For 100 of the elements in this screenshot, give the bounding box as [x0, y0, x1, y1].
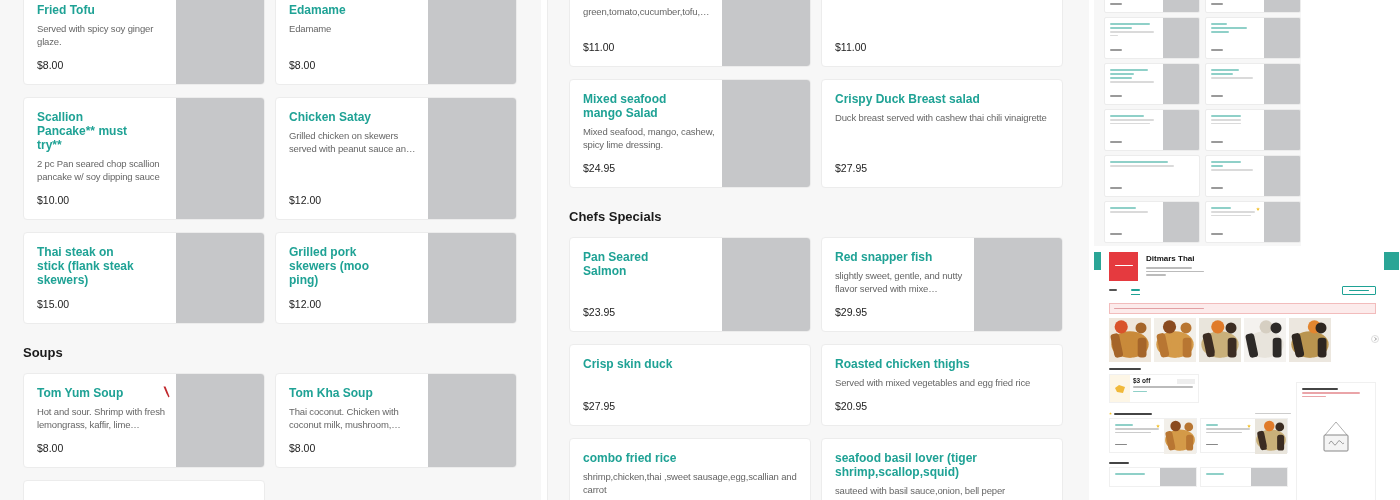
blurred-text-line [1110, 207, 1136, 209]
menu-item-card[interactable] [1109, 467, 1197, 487]
menu-item-card[interactable] [1200, 467, 1288, 487]
blurred-text-line [1110, 27, 1132, 29]
blurred-text-line [1211, 77, 1253, 79]
blurred-text-line [1211, 27, 1247, 29]
item-name: Crispy Duck Breast salad [835, 92, 980, 106]
item-description: shrimp,chicken,thai ,sweet sausage,egg,scallian and carrot [583, 470, 798, 496]
restaurant-logo [1109, 252, 1138, 281]
item-name: Edamame [289, 3, 346, 17]
blurred-text-line [1211, 69, 1239, 71]
item-name: Chicken Satay [289, 110, 372, 124]
item-price: $12.00 [289, 193, 323, 207]
tag-icon [1115, 384, 1125, 393]
popular-item-card[interactable] [1109, 418, 1197, 453]
item-name: seafood basil lover (tiger shrimp,scallop,squid) [835, 451, 978, 479]
item-price: $15.00 [37, 297, 71, 311]
menu-item-card[interactable]: Mixed seafood mango Salad Mixed seafood, mango, cashew, spicy lime dressing. $24.95 [569, 79, 811, 188]
menu-item-card[interactable]: Crispy Duck Breast salad Duck breast served with cashew thai chili vinaigrette $27.95 [821, 79, 1063, 188]
blurred-text-line [1110, 23, 1150, 25]
menu-item-card[interactable]: Thai steak on stick (flank steak skewers) $15.00 [23, 232, 265, 324]
star-icon [1109, 412, 1112, 415]
item-price: $23.95 [583, 305, 617, 319]
side-tab[interactable] [1094, 252, 1101, 270]
blurred-text-line [1255, 412, 1292, 415]
item-description: green,tomato,cucumber,tofu,… [583, 5, 711, 18]
blurred-text-line [1211, 233, 1223, 235]
blurred-text-line [1109, 368, 1141, 370]
item-price: $29.95 [835, 305, 869, 319]
item-name: Grilled pork skewers (moo ping) [289, 245, 370, 287]
item-price: $27.95 [835, 161, 869, 175]
item-name: Fried Tofu [37, 3, 95, 17]
menu-item-card[interactable] [1205, 201, 1301, 243]
menu-item-card[interactable] [1104, 63, 1200, 105]
item-name: Thai steak on stick (flank steak skewers) [37, 245, 134, 287]
menu-item-card[interactable]: $11.00 [821, 0, 1063, 67]
blurred-text-line [1110, 187, 1122, 189]
blurred-text-line [1133, 390, 1147, 392]
blurred-text-line [1211, 49, 1223, 51]
menu-item-card[interactable]: Chicken Satay Grilled chicken on skewers served with peanut sauce an… $12.00 [275, 97, 517, 220]
item-price: $10.00 [37, 193, 71, 207]
menu-item-card[interactable]: Pan Seared Salmon $23.95 [569, 237, 811, 332]
popular-item-card[interactable] [1200, 418, 1288, 453]
menu-item-card[interactable] [1205, 155, 1301, 197]
item-name: Tom Yum Soup [37, 386, 124, 400]
item-name: Crisp skin duck [583, 357, 673, 371]
menu-item-card[interactable]: Roasted chicken thighs Served with mixed vegetables and egg fried rice $20.95 [821, 344, 1063, 426]
blurred-text-line [1109, 462, 1129, 464]
menu-item-card[interactable] [1104, 201, 1200, 243]
menu-item-card[interactable] [1104, 155, 1200, 197]
next-button[interactable] [1371, 335, 1379, 343]
item-name: Tom Kha Soup [289, 386, 373, 400]
item-description: Edamame [289, 22, 333, 35]
blurred-text-line [1110, 69, 1148, 71]
item-name: Red snapper fish [835, 250, 933, 264]
menu-item-card[interactable]: Edamame Edamame $8.00 [275, 0, 517, 85]
item-name: Roasted chicken thighs [835, 357, 970, 371]
menu-item-card[interactable]: Tom Kha Soup Thai coconut. Chicken with coconut milk, mushroom,… $8.00 [275, 373, 517, 468]
menu-item-card[interactable]: Fried Tofu Served with spicy soy ginger glaze. $8.00 [23, 0, 265, 85]
item-description: Served with spicy soy ginger glaze. [37, 22, 155, 48]
blurred-text-line [1146, 274, 1166, 276]
blurred-text-line [1302, 388, 1339, 390]
blurred-text-line [1110, 95, 1122, 97]
menu-item-card[interactable] [1205, 63, 1301, 105]
item-name: combo fried rice [583, 451, 677, 465]
blurred-text-line [1110, 233, 1122, 235]
menu-item-card[interactable]: Grilled pork skewers (moo ping) $12.00 [275, 232, 517, 324]
blurred-text-line [1110, 81, 1154, 83]
menu-item-card[interactable]: Crisp skin duck $27.95 [569, 344, 811, 426]
blurred-text-line [1110, 115, 1144, 117]
menu-item-card[interactable]: green,tomato,cucumber,tofu,… $11.00 [569, 0, 811, 67]
menu-item-card[interactable]: Scallion Pancake** must try** 2 pc Pan seared chop scallion pancake w/ soy dipping sauce $10.00 [23, 97, 265, 220]
item-name: Scallion Pancake** must try** [37, 110, 128, 152]
blurred-text-line [1211, 73, 1233, 75]
item-description: Served with mixed vegetables and egg fried rice [835, 376, 1032, 389]
blurred-text-line [1110, 73, 1134, 75]
menu-item-card[interactable]: seafood basil lover (tiger shrimp,scallop,squid) sauteed with basil sauce,onion, bell peper [821, 438, 1063, 500]
item-price: $11.00 [583, 40, 616, 54]
side-tab[interactable] [1384, 252, 1399, 270]
item-description: Grilled chicken on skewers served with peanut sauce an… [289, 129, 417, 155]
blurred-text-line [1110, 211, 1148, 213]
menu-item-card[interactable]: Red snapper fish slightly sweet, gentle, and nutty flavor served with mixe… $29.95 [821, 237, 1063, 332]
blurred-text-line [1110, 161, 1168, 163]
blurred-text-line [1211, 161, 1241, 163]
page-tab[interactable] [1131, 286, 1140, 295]
blurred-text-line [1206, 443, 1218, 445]
search-menu-button[interactable] [1342, 286, 1376, 295]
menu-item-card[interactable]: Tom Yum Soup Hot and sour. Shrimp with fresh lemongrass, kaffir, lime… $8.00 [23, 373, 265, 468]
menu-item-card[interactable] [1205, 17, 1301, 59]
menu-item-card[interactable]: combo fried rice shrimp,chicken,thai ,sweet sausage,egg,scallian and carrot [569, 438, 811, 500]
item-description: slightly sweet, gentle, and nutty flavor served with mixe… [835, 269, 964, 295]
blurred-text-line [1110, 165, 1174, 167]
image-placeholder [1251, 468, 1287, 486]
menu-item-card[interactable] [1205, 109, 1301, 151]
blurred-text-line [1110, 77, 1132, 79]
blurred-text-line [1110, 141, 1122, 143]
menu-item-card[interactable] [1104, 17, 1200, 59]
blurred-text-line [1115, 473, 1145, 475]
blurred-text-line [1114, 412, 1152, 415]
menu-item-card[interactable] [1104, 109, 1200, 151]
